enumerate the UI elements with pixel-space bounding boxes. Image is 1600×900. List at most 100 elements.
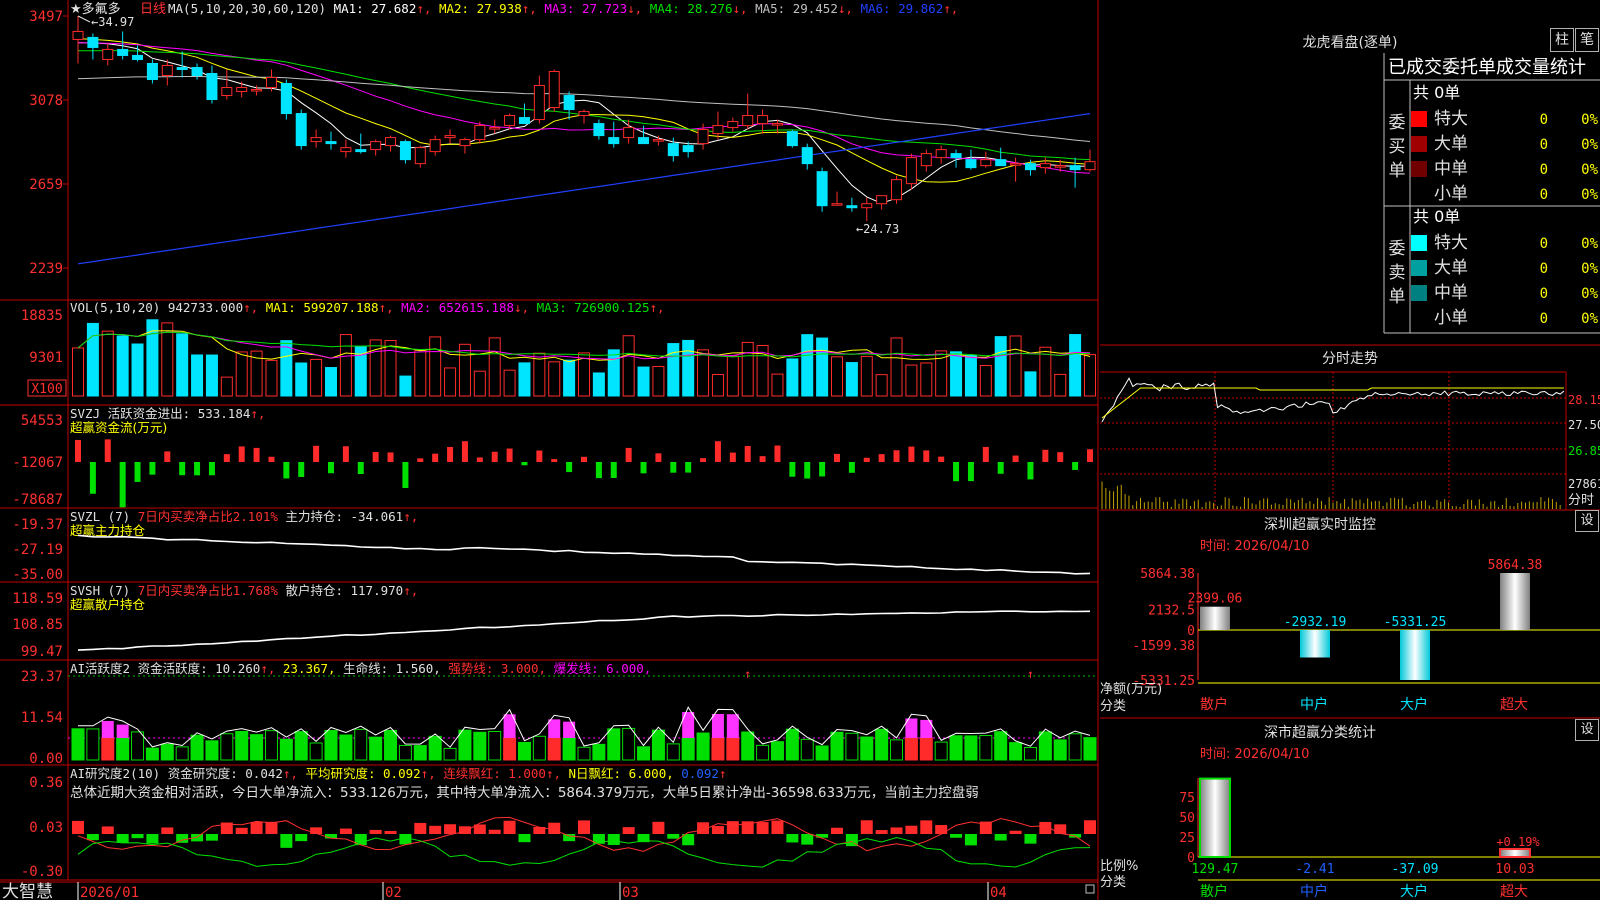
vol-bar — [979, 365, 992, 397]
activity-bar — [339, 734, 353, 761]
activity-bar — [860, 736, 874, 761]
vol-bar — [429, 336, 442, 397]
vol-bar — [101, 330, 114, 397]
activity-bar — [1009, 742, 1023, 761]
research-bar — [414, 822, 427, 834]
flow-bar — [744, 445, 751, 462]
vol-bar — [399, 375, 412, 397]
flow-bar — [179, 462, 186, 476]
flow-bar — [119, 462, 126, 508]
svzj-legend: SVZJ 活跃资金进出: 533.184↑, — [70, 406, 265, 421]
ma-line-120 — [77, 113, 1091, 265]
ai1-ytick-0: 23.37 — [21, 669, 63, 685]
flow-bar — [685, 462, 692, 473]
svzl-legend-part-1: 7日内买卖净占比2.101% — [138, 509, 279, 524]
candle-body — [995, 159, 1007, 167]
vol-bar — [1084, 354, 1096, 397]
svzj-ytick-0: 54553 — [21, 413, 63, 429]
candle-body — [399, 141, 411, 161]
vol-bar — [235, 351, 248, 397]
research-bar — [235, 827, 248, 834]
svsh-legend: SVSH (7) 7日内买卖净占比1.768% 散户持仓: 117.970↑, — [70, 583, 418, 598]
svzj-legend-part-1: 活跃资金进出: 533.184 — [108, 406, 251, 421]
monitor-settings-button[interactable]: 设 — [1575, 510, 1599, 532]
activity-bar — [815, 745, 829, 761]
flow-bar — [1012, 455, 1019, 462]
vol-legend-part-3: MA1: 599207.188 — [266, 300, 379, 315]
ai2-legend-part-6: ↑, — [546, 766, 569, 781]
ai2-legend-part-0: AI研究度2(10) — [70, 766, 168, 781]
research-bar — [711, 826, 724, 834]
research-bar — [250, 821, 263, 834]
vol-bar — [860, 355, 873, 397]
ai1-ytick-2: 0.00 — [29, 751, 63, 767]
vol-legend-part-1: 942733.000 — [168, 300, 243, 315]
research-bar — [429, 825, 442, 834]
bar-mode-button[interactable]: 柱 — [1550, 28, 1574, 52]
vol-bar — [890, 337, 903, 397]
activity-bar — [770, 741, 784, 761]
classify-settings-button[interactable]: 设 — [1575, 719, 1599, 741]
ai1-legend-part-6: 爆发线: 6.000, — [554, 661, 652, 676]
vol-bar — [325, 367, 337, 397]
candle-body — [504, 115, 516, 127]
research-bar — [771, 820, 784, 834]
svzl-ytick-2: -35.00 — [12, 567, 63, 583]
flow-bar — [238, 446, 245, 462]
flow-bar — [208, 462, 215, 476]
candle-body — [1010, 163, 1022, 166]
candle-body — [72, 30, 84, 40]
activity-bar — [592, 743, 606, 761]
candle-body — [340, 147, 352, 153]
svzl-ytick-0: -19.37 — [12, 517, 63, 533]
flow-bar — [476, 457, 483, 462]
research-bar — [518, 834, 531, 843]
flow-bar — [149, 462, 156, 475]
vol-bar — [994, 336, 1007, 397]
period-label: 日线 — [140, 2, 166, 17]
activity-bar — [250, 734, 264, 761]
activity-bar — [190, 734, 204, 761]
research-line-green — [77, 836, 1091, 868]
xaxis-label-1: 02 — [385, 885, 402, 900]
tick-mode-button[interactable]: 笔 — [1575, 28, 1599, 52]
flow-bar — [834, 453, 840, 462]
vol-bar — [339, 334, 352, 397]
ai2-legend: AI研究度2(10) 资金研究度: 0.042↑, 平均研究度: 0.092↑,… — [70, 766, 726, 781]
candle-body — [1054, 165, 1066, 168]
activity-bar — [1068, 733, 1082, 761]
research-bar — [548, 822, 561, 834]
activity-bar — [116, 737, 130, 761]
ai1-legend-part-4: 生命线: 1.560, — [343, 661, 448, 676]
candle-body — [682, 145, 694, 153]
candle-body — [385, 137, 397, 147]
vol-bar — [771, 373, 784, 397]
ma-line-4 — [77, 76, 1091, 142]
svsh-sub: 超赢散户持仓 — [70, 597, 146, 612]
activity-bar — [488, 730, 502, 761]
vol-legend-part-0: VOL(5,10,20) — [70, 300, 168, 315]
activity-arrow-1: ↑ — [1027, 667, 1034, 681]
research-bar — [622, 827, 635, 834]
activity-bar — [1083, 737, 1097, 761]
high-label: ←34.97 — [91, 15, 134, 29]
flow-bar — [908, 446, 915, 462]
research-bar — [950, 834, 963, 838]
activity-bar — [845, 732, 859, 761]
activity-bar — [1038, 731, 1052, 761]
vol-legend: VOL(5,10,20) 942733.000 ↑, MA1: 599207.18… — [70, 300, 665, 315]
flow-bar — [387, 452, 394, 462]
flow-bar — [1057, 452, 1064, 462]
activity-bar — [800, 738, 814, 761]
research-bar — [488, 829, 501, 834]
vol-bar — [161, 322, 174, 397]
research-bar — [652, 821, 665, 834]
activity-bar — [607, 728, 621, 761]
vol-legend-part-4: ↑, — [379, 300, 402, 315]
flow-bar — [610, 462, 617, 478]
candle-body — [370, 141, 382, 151]
activity-bar — [904, 737, 918, 761]
activity-bar — [235, 730, 249, 761]
flow-bar — [417, 458, 424, 462]
vol-bar — [711, 373, 724, 397]
